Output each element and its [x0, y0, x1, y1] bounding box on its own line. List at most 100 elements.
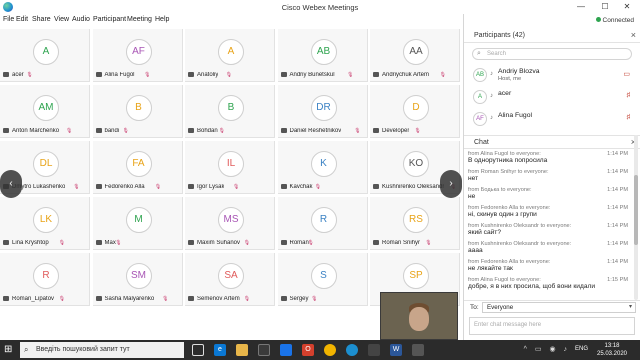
participant-tile[interactable]: MS Maxim Suhanov 🎙: [185, 197, 275, 250]
menu-participant[interactable]: Participant: [93, 16, 126, 23]
participant-list-item[interactable]: A ♪ acer ♯: [464, 87, 634, 109]
menu-meeting[interactable]: Meeting: [127, 16, 152, 23]
app-icon[interactable]: [368, 344, 380, 356]
menu-edit[interactable]: Edit: [16, 16, 28, 23]
menu-file[interactable]: File: [3, 16, 14, 23]
participant-avatar: SA: [218, 263, 244, 289]
maximize-button[interactable]: ☐: [594, 1, 616, 13]
webex-taskbar-icon[interactable]: [346, 344, 358, 356]
participant-list-item[interactable]: AB ♪ Andriy Blozva Host, me ▭: [464, 65, 634, 87]
participants-search-input[interactable]: ⌕ Search: [472, 48, 632, 60]
chat-message: from Kushnirenko Oleksandr to everyone: 1…: [468, 241, 628, 254]
participant-tile[interactable]: D Developer 🎙: [370, 85, 460, 138]
video-off-icon: [95, 295, 102, 301]
participant-tile[interactable]: RS Roman Snihyr 🎙: [370, 197, 460, 250]
video-off-icon: [3, 127, 9, 133]
participant-name: Semenov Artem: [188, 295, 240, 302]
muted-mic-icon: 🎙: [115, 240, 122, 246]
chat-recipient-select[interactable]: Everyone ▾: [482, 302, 636, 313]
participant-list-role: Host, me: [498, 76, 522, 82]
file-explorer-icon[interactable]: [236, 344, 248, 356]
participants-search-placeholder: Search: [487, 51, 507, 57]
menu-audio[interactable]: Audio: [72, 16, 90, 23]
store-icon[interactable]: [258, 344, 270, 356]
participant-tile[interactable]: SA Semenov Artem 🎙: [185, 253, 275, 306]
participant-avatar: MS: [218, 207, 244, 233]
participant-tile[interactable]: AA Andriychuk Artem 🎙: [370, 29, 460, 82]
next-page-button[interactable]: ›: [440, 170, 462, 198]
participant-tile[interactable]: R Roman 🎙: [277, 197, 368, 250]
participant-tile[interactable]: R Roman_Lipatov 🎙: [0, 253, 90, 306]
system-tray-icons[interactable]: ^ ▭ ◉ ♪: [524, 345, 570, 353]
participant-tile[interactable]: IL Igor Lysak 🎙: [185, 141, 275, 194]
participants-header[interactable]: Participants (42) ×: [464, 29, 640, 43]
participant-tile[interactable]: FA Fedorenko Alla 🎙: [92, 141, 183, 194]
participant-tile[interactable]: S Sergey 🎙: [277, 253, 368, 306]
participant-tile[interactable]: Aacer 🎙: [0, 29, 90, 82]
settings-app-icon[interactable]: [412, 344, 424, 356]
participant-avatar: SM: [125, 263, 152, 289]
minimize-button[interactable]: —: [570, 1, 592, 13]
video-off-icon: [95, 127, 102, 133]
chat-message: from Kushnirenko Oleksandr to everyone: 1…: [468, 223, 628, 236]
camera-icon[interactable]: ▭: [623, 70, 630, 78]
word-icon[interactable]: W: [390, 344, 402, 356]
menu-share[interactable]: Share: [32, 16, 51, 23]
participant-tile[interactable]: K Kavchak 🎙: [277, 141, 368, 194]
previous-page-button[interactable]: ‹: [0, 170, 22, 198]
chat-message-input[interactable]: Enter chat message here: [469, 317, 635, 335]
participant-tile[interactable]: DR Daniel Reshetnikov 🎙: [277, 85, 368, 138]
participant-tile[interactable]: SM Sasha Malyarenko 🎙: [92, 253, 183, 306]
opera-icon[interactable]: O: [302, 344, 314, 356]
chat-message: from Fedorenko Alla to everyone: 1:14 PM н…: [468, 259, 628, 272]
menu-help[interactable]: Help: [155, 16, 169, 23]
participant-tile[interactable]: AF Alina Fugol 🎙: [92, 29, 183, 82]
participant-avatar: FA: [125, 151, 152, 177]
participant-list-avatar: AB: [473, 68, 487, 82]
participant-tile[interactable]: A Anatoliy 🎙: [185, 29, 275, 82]
search-icon: ⌕: [24, 345, 29, 354]
participant-tile[interactable]: M Max 🎙: [92, 197, 183, 250]
participant-tile[interactable]: AB Andriy Bunetskul 🎙: [277, 29, 368, 82]
windows-start-icon[interactable]: ⊞: [4, 344, 16, 356]
self-view-video[interactable]: [380, 292, 458, 340]
mail-icon[interactable]: [280, 344, 292, 356]
muted-mic-icon: 🎙: [439, 72, 446, 78]
participant-avatar: D: [403, 95, 429, 121]
participant-name-text: Igor Lysak: [197, 184, 225, 190]
participant-name-text: Daniel Reshetnikov: [289, 128, 342, 134]
chat-scrollbar[interactable]: [634, 135, 638, 300]
muted-mic-icon: 🎙: [425, 240, 432, 246]
muted-mic-icon: 🎙: [26, 72, 33, 78]
participant-tile[interactable]: Bbandi 🎙: [92, 85, 183, 138]
chat-message: from Fedorenko Alla to everyone: 1:14 PM н…: [468, 205, 628, 218]
participant-list-name: acer: [498, 90, 512, 97]
chat-message-time: 1:14 PM: [607, 169, 628, 175]
participant-list-name: Andriy Blozva: [498, 68, 540, 75]
participant-tile[interactable]: B Bohdan 🎙: [185, 85, 275, 138]
participant-tile[interactable]: LK Lina Kryshtop 🎙: [0, 197, 90, 250]
participant-name: Andriychuk Artem: [373, 71, 429, 78]
participant-avatar: K: [310, 151, 337, 177]
task-view-icon[interactable]: [192, 344, 204, 356]
video-off-icon: [95, 183, 102, 189]
participant-list-item[interactable]: AF ♪ Alina Fugol ♯: [464, 109, 634, 131]
close-participants-icon[interactable]: ×: [631, 30, 636, 40]
muted-mic-icon[interactable]: ♯: [627, 92, 631, 99]
participant-name: Daniel Reshetnikov: [280, 127, 342, 134]
participant-tile[interactable]: AM Anton Marchenko 🎙: [0, 85, 90, 138]
close-button[interactable]: ✕: [616, 1, 638, 13]
taskbar-clock[interactable]: 13:18 25.03.2020: [592, 342, 632, 358]
menu-view[interactable]: View: [54, 16, 69, 23]
participant-name: Bohdan: [188, 127, 218, 134]
taskbar-search-box[interactable]: ⌕ Введіть пошуковий запит тут: [20, 342, 184, 358]
participant-name: Roman: [280, 239, 309, 246]
language-indicator[interactable]: ENG: [575, 346, 588, 352]
chrome-icon[interactable]: [324, 344, 336, 356]
muted-mic-icon: 🎙: [66, 128, 73, 134]
edge-icon[interactable]: e: [214, 344, 226, 356]
muted-mic-icon: 🎙: [154, 184, 162, 190]
chat-scrollbar-thumb[interactable]: [634, 175, 638, 245]
chat-header[interactable]: Chat ×: [464, 135, 640, 149]
muted-mic-icon[interactable]: ♯: [627, 114, 631, 121]
